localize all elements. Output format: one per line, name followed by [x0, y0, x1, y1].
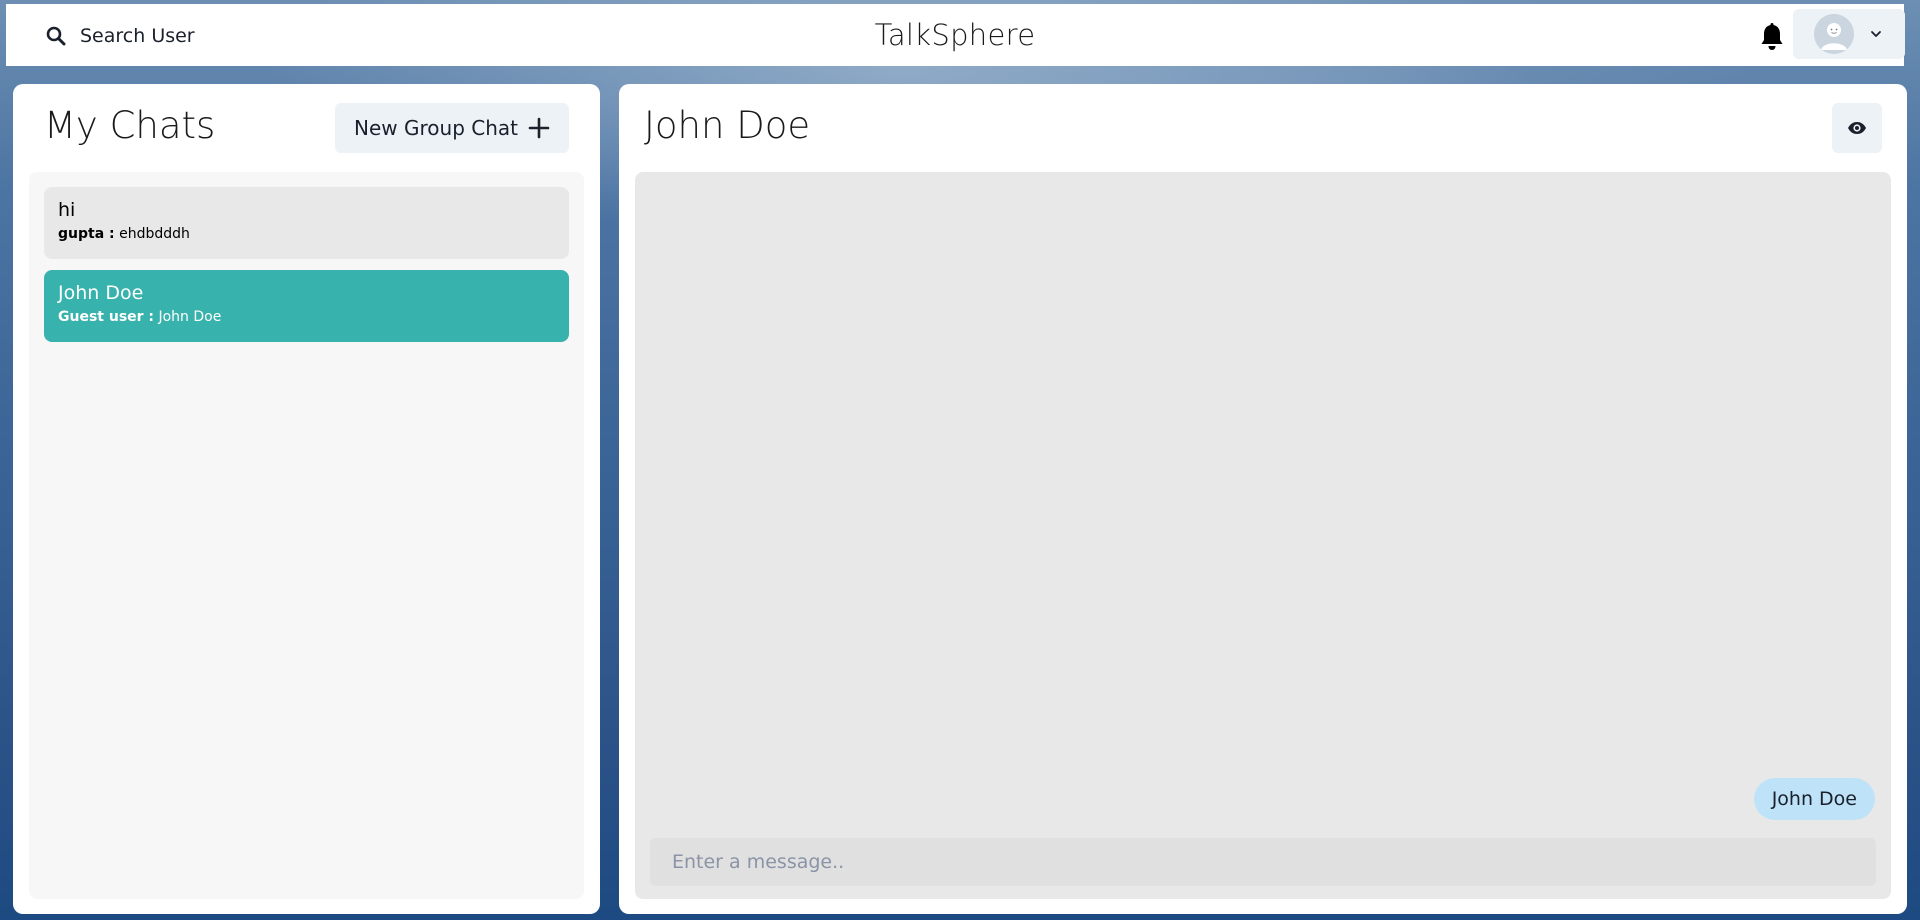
chat-latest-sender: gupta :: [58, 226, 115, 242]
my-chats-title: My Chats: [44, 104, 216, 147]
messages-area: John Doe: [635, 172, 1891, 899]
chat-title: John Doe: [644, 104, 811, 147]
plus-icon: [528, 117, 550, 139]
view-profile-button[interactable]: [1832, 103, 1882, 153]
chat-list-item-john-doe[interactable]: John Doe Guest user : John Doe: [44, 270, 569, 342]
bell-icon[interactable]: [1758, 22, 1786, 52]
chat-latest-message: gupta : ehdbdddh: [58, 225, 555, 243]
chat-name: hi: [58, 199, 76, 221]
chat-name: John Doe: [58, 282, 144, 304]
profile-menu-button[interactable]: [1793, 9, 1905, 59]
chat-list: hi gupta : ehdbdddh John Doe Guest user …: [29, 172, 584, 899]
chat-latest-sender: Guest user :: [58, 309, 155, 325]
eye-icon: [1848, 122, 1866, 134]
top-header: Search User TalkSphere: [6, 4, 1905, 66]
app-title: TalkSphere: [874, 18, 1036, 52]
chat-latest-message: Guest user : John Doe: [58, 308, 555, 326]
message-bubble-own: John Doe: [1753, 778, 1875, 820]
new-group-chat-button[interactable]: New Group Chat: [335, 103, 569, 153]
avatar-icon: [1814, 14, 1854, 54]
new-group-chat-label: New Group Chat: [354, 116, 518, 140]
my-chats-panel: My Chats New Group Chat hi gupta : ehdbd…: [13, 84, 600, 914]
chevron-down-icon: [1871, 31, 1881, 37]
chat-panel: John Doe John Doe: [619, 84, 1907, 914]
chat-latest-text: John Doe: [158, 309, 222, 325]
message-input[interactable]: [650, 838, 1876, 886]
chat-latest-text: ehdbdddh: [119, 226, 190, 242]
chat-list-item-hi[interactable]: hi gupta : ehdbdddh: [44, 187, 569, 259]
